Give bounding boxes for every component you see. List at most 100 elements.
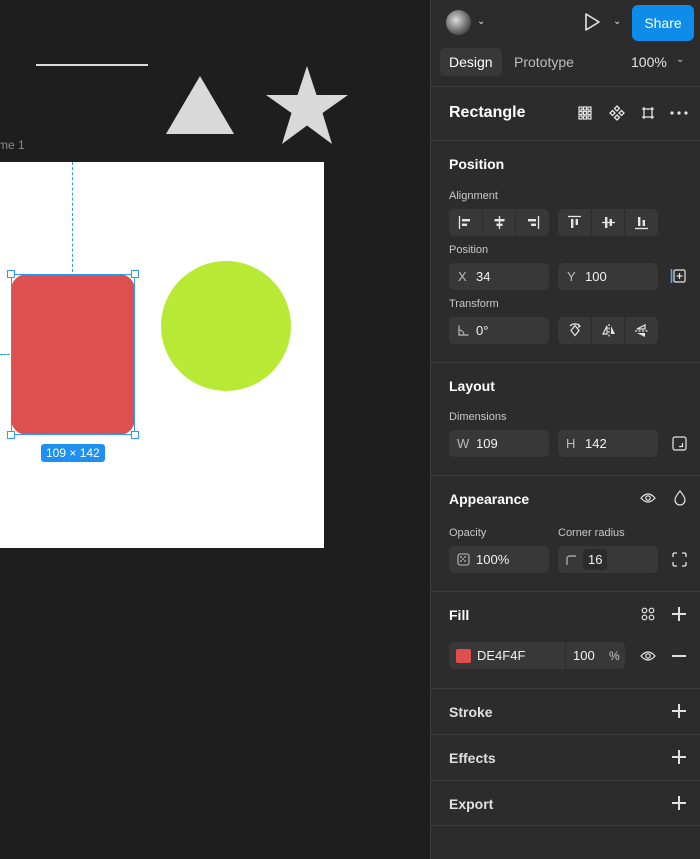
flip-horizontal-button[interactable] xyxy=(591,317,624,344)
divider xyxy=(431,825,700,826)
eye-icon[interactable] xyxy=(640,492,656,504)
app-root: me 1 109 × 142 ⌄ ⌄ Share Design Prototyp… xyxy=(0,0,700,859)
resize-handle-bottom-left[interactable] xyxy=(7,431,15,439)
present-options-chevron-icon[interactable]: ⌄ xyxy=(613,16,621,27)
align-left-icon xyxy=(458,216,470,229)
opacity-label: Opacity xyxy=(449,527,487,539)
dimensions-label: Dimensions xyxy=(449,411,507,423)
remove-fill-minus-icon[interactable] xyxy=(672,655,686,657)
height-value[interactable]: 142 xyxy=(585,436,607,451)
align-center-horizontal-button[interactable] xyxy=(482,209,515,236)
corner-radius-value-box[interactable]: 16 xyxy=(583,549,607,570)
add-effect-plus-icon[interactable] xyxy=(672,750,686,764)
rotation-field[interactable]: 0° xyxy=(449,317,549,344)
divider xyxy=(431,591,700,592)
tab-design[interactable]: Design xyxy=(440,48,502,76)
panel-topbar: ⌄ ⌄ Share xyxy=(431,0,700,44)
line-shape[interactable] xyxy=(36,64,148,66)
align-top-button[interactable] xyxy=(558,209,591,236)
align-bottom-button[interactable] xyxy=(624,209,657,236)
transform-label: Transform xyxy=(449,298,499,310)
fill-color-swatch[interactable] xyxy=(456,649,471,663)
transform-actions-group xyxy=(558,317,658,344)
triangle-shape[interactable] xyxy=(166,76,234,134)
fill-opacity-percent: % xyxy=(609,649,620,663)
add-export-plus-icon[interactable] xyxy=(672,796,686,810)
align-left-button[interactable] xyxy=(449,209,482,236)
y-prefix: Y xyxy=(567,269,576,284)
layer-name[interactable]: Rectangle xyxy=(449,104,525,122)
width-value[interactable]: 109 xyxy=(476,436,498,451)
stroke-section-title[interactable]: Stroke xyxy=(449,704,493,720)
fill-visibility-eye-icon[interactable] xyxy=(640,650,656,662)
divider xyxy=(431,780,700,781)
more-options-icon[interactable] xyxy=(670,111,688,115)
align-right-button[interactable] xyxy=(515,209,548,236)
y-position-field[interactable]: Y 100 xyxy=(558,263,658,290)
x-value[interactable]: 34 xyxy=(476,269,490,284)
circle-shape[interactable] xyxy=(161,261,291,391)
corner-radius-field[interactable]: 16 xyxy=(558,546,658,573)
zoom-chevron-icon[interactable]: ⌄ xyxy=(676,54,684,65)
star-shape[interactable] xyxy=(265,66,349,146)
layout-section-title: Layout xyxy=(449,378,495,394)
resize-handle-top-right[interactable] xyxy=(131,270,139,278)
fill-row[interactable]: DE4F4F 100 % xyxy=(449,642,625,669)
styles-icon[interactable] xyxy=(641,607,655,621)
align-center-vertical-button[interactable] xyxy=(591,209,624,236)
align-center-horizontal-icon xyxy=(494,216,505,229)
effects-section-title[interactable]: Effects xyxy=(449,750,496,766)
fill-hex-value[interactable]: DE4F4F xyxy=(477,648,525,663)
corner-radius-icon xyxy=(566,555,576,565)
flip-vertical-button[interactable] xyxy=(624,317,657,344)
selection-outline xyxy=(11,274,135,435)
component-icon[interactable] xyxy=(609,105,625,121)
alignment-label: Alignment xyxy=(449,190,498,202)
width-field[interactable]: W 109 xyxy=(449,430,549,457)
dimension-badge: 109 × 142 xyxy=(41,444,105,462)
fill-opacity-value[interactable]: 100 xyxy=(573,648,595,663)
canvas[interactable]: me 1 109 × 142 xyxy=(0,0,430,859)
resize-handle-top-left[interactable] xyxy=(7,270,15,278)
frame-selection-icon[interactable] xyxy=(641,106,655,120)
height-field[interactable]: H 142 xyxy=(558,430,658,457)
blend-mode-drop-icon[interactable] xyxy=(674,490,686,506)
constrain-proportions-icon[interactable] xyxy=(672,436,687,451)
y-value[interactable]: 100 xyxy=(585,269,607,284)
appearance-section-title: Appearance xyxy=(449,491,530,507)
constraints-icon[interactable] xyxy=(670,267,688,285)
corner-radius-value[interactable]: 16 xyxy=(588,552,602,567)
rotate-icon xyxy=(569,323,581,337)
align-center-vertical-icon xyxy=(602,217,615,228)
w-prefix: W xyxy=(457,436,470,451)
tab-prototype[interactable]: Prototype xyxy=(505,48,583,76)
frame-label[interactable]: me 1 xyxy=(0,138,25,152)
divider xyxy=(431,688,700,689)
rotation-angle-icon xyxy=(458,325,469,336)
opacity-value[interactable]: 100% xyxy=(476,552,509,567)
add-fill-plus-icon[interactable] xyxy=(672,607,686,621)
position-section-title: Position xyxy=(449,156,505,172)
independent-corners-icon[interactable] xyxy=(672,552,687,567)
horizontal-alignment-group xyxy=(449,209,549,236)
opacity-field[interactable]: 100% xyxy=(449,546,549,573)
x-position-field[interactable]: X 34 xyxy=(449,263,549,290)
chevron-down-icon[interactable]: ⌄ xyxy=(477,16,485,27)
divider xyxy=(431,362,700,363)
properties-panel: ⌄ ⌄ Share Design Prototype 100% ⌄ Rectan… xyxy=(430,0,700,859)
resize-handle-bottom-right[interactable] xyxy=(131,431,139,439)
share-button[interactable]: Share xyxy=(632,5,694,41)
export-section-title[interactable]: Export xyxy=(449,796,493,812)
divider xyxy=(431,475,700,476)
align-bottom-icon xyxy=(635,217,648,230)
grid-layout-icon[interactable] xyxy=(578,106,592,120)
avatar-icon[interactable] xyxy=(446,10,471,35)
play-icon[interactable] xyxy=(583,12,601,32)
zoom-level[interactable]: 100% xyxy=(631,48,667,76)
position-label: Position xyxy=(449,244,489,256)
spacing-guide-vertical xyxy=(72,162,73,272)
add-stroke-plus-icon[interactable] xyxy=(672,704,686,718)
rotation-value[interactable]: 0° xyxy=(476,323,488,338)
rotate-button[interactable] xyxy=(558,317,591,344)
align-top-icon xyxy=(568,215,581,228)
